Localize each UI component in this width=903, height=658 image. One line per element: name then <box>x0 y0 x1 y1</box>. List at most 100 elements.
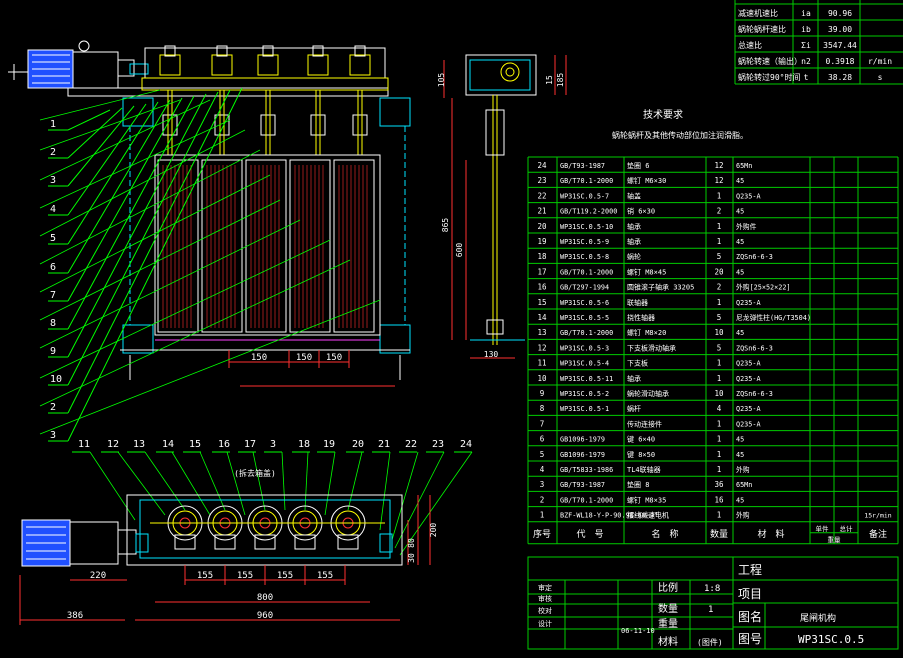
balloon-label: 16 <box>218 439 230 450</box>
bom-name: 螺钉 M8×45 <box>627 267 666 276</box>
tb-no-val: WP31SC.0.5 <box>798 633 864 646</box>
bom-code: WP31SC.0.5-10 <box>560 223 613 231</box>
balloon-label: 13 <box>133 439 145 450</box>
balloon-label: 12 <box>107 439 119 450</box>
bom-name: 挠性轴器 <box>627 313 655 322</box>
bom-no: 5 <box>540 450 545 459</box>
bom-mat: 外购[25×52×22] <box>736 283 791 292</box>
bom-name: 蜗杆 <box>627 404 641 413</box>
bom-mat: ZQSn6-6-3 <box>736 390 773 398</box>
balloon-label: 3 <box>50 175 56 186</box>
param-symbol: Σi <box>801 41 811 50</box>
bom-name: 螺钉 M8×20 <box>627 328 666 337</box>
bom-no: 14 <box>537 313 547 322</box>
plan-dim-1: 155 <box>237 571 253 581</box>
bom-no: 17 <box>537 267 546 276</box>
param-value: 90.96 <box>828 9 852 18</box>
bom-mat: 45 <box>736 436 744 444</box>
side-dim-2: 185 <box>556 73 565 88</box>
balloon-label: 19 <box>323 439 335 450</box>
bom-qty: 1 <box>717 237 722 246</box>
balloon-label: 2 <box>50 147 56 158</box>
param-symbol: ia <box>801 9 811 18</box>
bom-mat: 45 <box>736 268 744 276</box>
balloon-label: 7 <box>50 290 56 301</box>
bom-qty: 12 <box>714 161 723 170</box>
bom-code: GB/T119.2-2000 <box>560 208 617 216</box>
bom-no: 4 <box>540 465 545 474</box>
param-name: 减速机速比 <box>738 8 778 18</box>
plan-dim-6: 960 <box>257 611 273 621</box>
bom-mat: Q235-A <box>736 299 761 307</box>
tb-qty-label: 数量 <box>658 602 678 615</box>
bom-no: 19 <box>537 237 546 246</box>
plan-dim-9: 30 <box>407 553 416 563</box>
tb-left-0: 审定 <box>538 583 552 592</box>
tb-project-label: 工程 <box>738 562 762 577</box>
bom-qty: 1 <box>717 374 722 383</box>
plan-note: (拆去箱盖) <box>234 468 276 478</box>
bom-mat: 65Mn <box>736 481 752 489</box>
bom-mat: 外购件 <box>736 222 757 231</box>
bom-mat: Q235-A <box>736 375 761 383</box>
bom-qty: 4 <box>717 404 722 413</box>
bom-qty: 1 <box>717 465 722 474</box>
bom-name: 键 6×40 <box>627 435 655 444</box>
bom-name: 垫圈 6 <box>627 161 649 170</box>
bom-name: 摆线减速电机 <box>627 511 669 520</box>
balloon-label: 3 <box>270 439 276 450</box>
bom-code: WP31SC.0.5-8 <box>560 253 609 261</box>
bom-qty: 20 <box>714 267 724 276</box>
bom-header-name: 名 称 <box>651 528 678 540</box>
bom-mat: 尼龙弹性柱(HG/T3504) <box>736 313 811 322</box>
bom-note: 15r/min <box>864 512 891 520</box>
side-dim-1: 15 <box>545 75 554 85</box>
bom-qty: 16 <box>714 495 724 504</box>
bom-mat: Q235-A <box>736 405 761 413</box>
balloon-label: 23 <box>432 439 444 450</box>
bom-code: GB/T70.1-2000 <box>560 268 613 276</box>
front-dim-0: 150 <box>251 353 267 363</box>
bom-qty: 5 <box>717 343 722 352</box>
bom-code: GB1096-1979 <box>560 436 605 444</box>
bom-no: 21 <box>537 207 546 216</box>
param-name: 蜗轮转速（输出） <box>738 56 802 66</box>
tb-left-2: 校对 <box>538 606 552 615</box>
bom-mat: Q235-A <box>736 420 761 428</box>
cad-drawing: 减速机速比 ia 90.96 蜗轮蜗杆速比 ib 39.00 总速比 Σi 3547.44 蜗轮转… <box>0 0 903 658</box>
bom-name: 键 8×50 <box>627 450 655 459</box>
bom-no: 2 <box>540 495 545 504</box>
bom-no: 12 <box>537 343 546 352</box>
param-unit: r/min <box>868 57 892 66</box>
bom-code: WP31SC.0.5-1 <box>560 405 609 413</box>
bom-mat: 45 <box>736 177 744 185</box>
bom-no: 13 <box>537 328 546 337</box>
bom-mat: 45 <box>736 238 744 246</box>
bom-mat: Q235-A <box>736 192 761 200</box>
bom-qty: 2 <box>717 207 722 216</box>
tb-scale-label: 比例 <box>658 581 678 594</box>
tech-title: 技术要求 <box>643 108 683 121</box>
front-dim-2: 150 <box>326 353 342 363</box>
bom-name: TL4联轴器 <box>627 465 661 474</box>
bom-no: 18 <box>537 252 547 261</box>
plan-dim-5: 800 <box>257 593 273 603</box>
bom-code: WP31SC.0.5-2 <box>560 390 609 398</box>
bom-code: WP31SC.0.5-6 <box>560 299 609 307</box>
bom-name: 螺钉 M6×30 <box>627 176 666 185</box>
param-value: 3547.44 <box>823 41 857 50</box>
bom-header-qty: 数量 <box>710 528 728 540</box>
param-unit: s <box>878 73 883 82</box>
bom-code: GB/T297-1994 <box>560 284 609 292</box>
bom-mat: 45 <box>736 496 744 504</box>
plan-dim-2: 155 <box>277 571 293 581</box>
bom-name: 联轴器 <box>627 298 648 307</box>
param-name: 总速比 <box>738 40 762 50</box>
bom-qty: 1 <box>717 419 722 428</box>
bom-mat: ZQSn6-6-3 <box>736 344 773 352</box>
plan-dim-8: 80 <box>407 538 416 548</box>
balloon-label: 24 <box>460 439 472 450</box>
balloon-label: 18 <box>298 439 310 450</box>
bom-no: 20 <box>537 222 547 231</box>
front-dim-1: 150 <box>296 353 312 363</box>
